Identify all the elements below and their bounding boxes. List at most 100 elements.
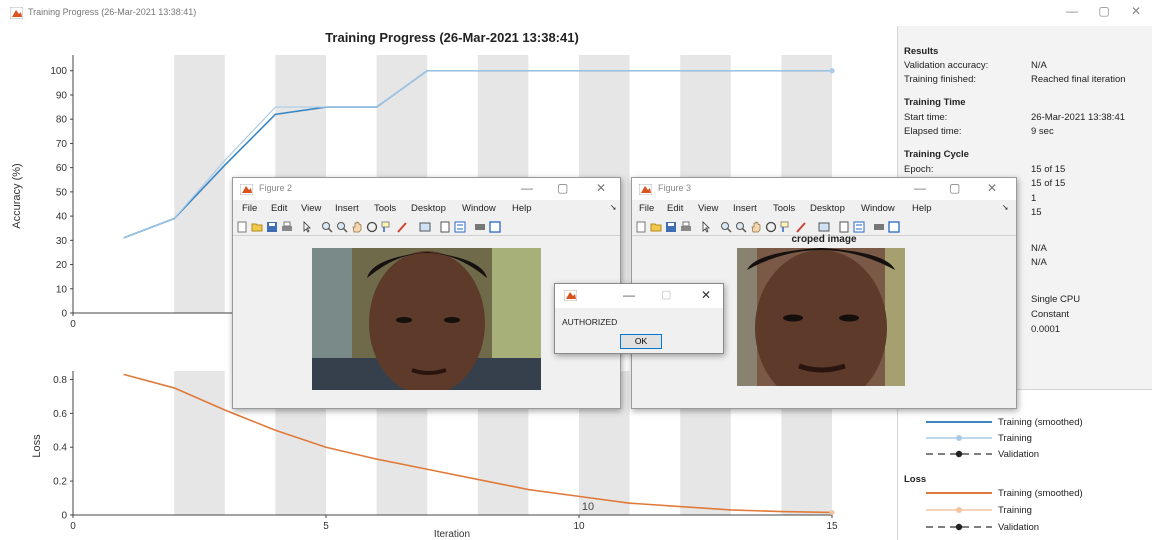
- menu-view[interactable]: View: [301, 203, 321, 214]
- pointer-icon[interactable]: [301, 221, 313, 233]
- zoom-out-icon[interactable]: [735, 221, 747, 233]
- rotate-3d-icon[interactable]: [765, 221, 777, 233]
- final-point-marker: [829, 68, 835, 74]
- maximize-button[interactable]: ▢: [557, 181, 568, 195]
- y-tick-label: 0: [61, 309, 67, 320]
- menu-insert[interactable]: Insert: [733, 203, 757, 214]
- colorbar-icon[interactable]: [439, 221, 451, 233]
- dialog-message: AUTHORIZED: [562, 317, 618, 327]
- maximize-button[interactable]: ▢: [661, 288, 671, 301]
- figure-3-titlebar[interactable]: Figure 3 — ▢ ✕: [632, 178, 1016, 200]
- pan-hand-icon[interactable]: [750, 221, 762, 233]
- face-photo: [312, 248, 541, 390]
- zoom-out-icon[interactable]: [336, 221, 348, 233]
- open-file-icon[interactable]: [650, 221, 662, 233]
- show-tools-icon[interactable]: [888, 221, 900, 233]
- close-button[interactable]: ✕: [596, 181, 606, 195]
- menu-window[interactable]: Window: [861, 203, 895, 214]
- legend-accuracy-smoothed: Training (smoothed): [898, 416, 1152, 430]
- minimize-button[interactable]: —: [1062, 4, 1082, 18]
- accuracy-ylabel: Accuracy (%): [11, 163, 23, 228]
- close-button[interactable]: ✕: [987, 181, 997, 195]
- dock-arrow-icon[interactable]: ➘: [610, 203, 617, 212]
- epoch-band: [174, 371, 225, 515]
- hide-tools-icon[interactable]: [474, 221, 486, 233]
- y-tick-label: 50: [56, 187, 68, 198]
- legend-label: Training: [998, 505, 1032, 516]
- zoom-in-icon[interactable]: [321, 221, 333, 233]
- pointer-icon[interactable]: [700, 221, 712, 233]
- data-cursor-icon[interactable]: [381, 221, 393, 233]
- y-tick-label: 80: [56, 115, 68, 126]
- cropped-face-photo: [737, 248, 905, 386]
- maximize-button[interactable]: ▢: [1094, 4, 1114, 18]
- brush-icon[interactable]: [795, 221, 807, 233]
- rotate-3d-icon[interactable]: [366, 221, 378, 233]
- link-plot-icon[interactable]: [419, 221, 431, 233]
- menu-help[interactable]: Help: [512, 203, 532, 214]
- figure-2-titlebar[interactable]: Figure 2 — ▢ ✕: [233, 178, 620, 200]
- figure-2-toolbar: [233, 218, 620, 236]
- validation-accuracy-value: N/A: [1031, 60, 1047, 71]
- legend-icon[interactable]: [454, 221, 466, 233]
- legend-loss-smoothed: Training (smoothed): [898, 487, 1152, 501]
- close-button[interactable]: ✕: [1126, 4, 1146, 18]
- menu-edit[interactable]: Edit: [271, 203, 287, 214]
- data-cursor-icon[interactable]: [780, 221, 792, 233]
- dialog-titlebar[interactable]: — ▢ ✕: [555, 284, 723, 308]
- menu-window[interactable]: Window: [462, 203, 496, 214]
- legend-icon[interactable]: [853, 221, 865, 233]
- dock-arrow-icon[interactable]: ➘: [1002, 203, 1009, 212]
- brush-icon[interactable]: [396, 221, 408, 233]
- legend-label: Training: [998, 433, 1032, 444]
- print-icon[interactable]: [680, 221, 692, 233]
- open-file-icon[interactable]: [251, 221, 263, 233]
- menu-insert[interactable]: Insert: [335, 203, 359, 214]
- menu-file[interactable]: File: [639, 203, 654, 214]
- authorized-dialog[interactable]: — ▢ ✕ AUTHORIZED OK: [554, 283, 724, 354]
- menu-file[interactable]: File: [242, 203, 257, 214]
- window-titlebar: Training Progress (26-Mar-2021 13:38:41)…: [0, 0, 1152, 26]
- save-icon[interactable]: [266, 221, 278, 233]
- figure-3-title: Figure 3: [658, 183, 692, 193]
- print-icon[interactable]: [281, 221, 293, 233]
- close-button[interactable]: ✕: [701, 288, 711, 302]
- epoch-value: 15 of 15: [1031, 164, 1066, 175]
- minimize-button[interactable]: —: [914, 181, 926, 195]
- menu-view[interactable]: View: [698, 203, 718, 214]
- legend-label: Validation: [998, 522, 1040, 533]
- cropped-image-title: croped image: [791, 234, 857, 245]
- link-plot-icon[interactable]: [818, 221, 830, 233]
- ok-button[interactable]: OK: [620, 334, 662, 349]
- zoom-in-icon[interactable]: [720, 221, 732, 233]
- loss-annotation: 10: [582, 501, 594, 513]
- light-orange-marker-line-icon: [926, 507, 992, 513]
- hide-tools-icon[interactable]: [873, 221, 885, 233]
- minimize-button[interactable]: —: [521, 181, 533, 195]
- legend-label: Training (smoothed): [998, 488, 1083, 499]
- y-tick-label: 0: [61, 511, 67, 522]
- show-tools-icon[interactable]: [489, 221, 501, 233]
- pan-hand-icon[interactable]: [351, 221, 363, 233]
- menu-help[interactable]: Help: [912, 203, 932, 214]
- menu-tools[interactable]: Tools: [374, 203, 396, 214]
- blue-line-icon: [926, 421, 992, 423]
- loss-ylabel: Loss: [31, 434, 43, 458]
- dashed-marker-line-icon: [926, 450, 992, 458]
- light-blue-marker-line-icon: [926, 435, 992, 441]
- y-tick-label: 60: [56, 163, 68, 174]
- start-time-value: 26-Mar-2021 13:38:41: [1031, 112, 1126, 123]
- menu-edit[interactable]: Edit: [667, 203, 683, 214]
- new-figure-icon[interactable]: [236, 221, 248, 233]
- new-figure-icon[interactable]: [635, 221, 647, 233]
- menu-tools[interactable]: Tools: [773, 203, 795, 214]
- x-tick-label: 5: [323, 521, 329, 532]
- menu-desktop[interactable]: Desktop: [810, 203, 845, 214]
- save-icon[interactable]: [665, 221, 677, 233]
- maximize-button[interactable]: ▢: [949, 181, 960, 195]
- minimize-button[interactable]: —: [623, 288, 635, 302]
- matlab-logo-icon: [240, 184, 253, 195]
- elapsed-time-label: Elapsed time:: [904, 126, 962, 137]
- colorbar-icon[interactable]: [838, 221, 850, 233]
- menu-desktop[interactable]: Desktop: [411, 203, 446, 214]
